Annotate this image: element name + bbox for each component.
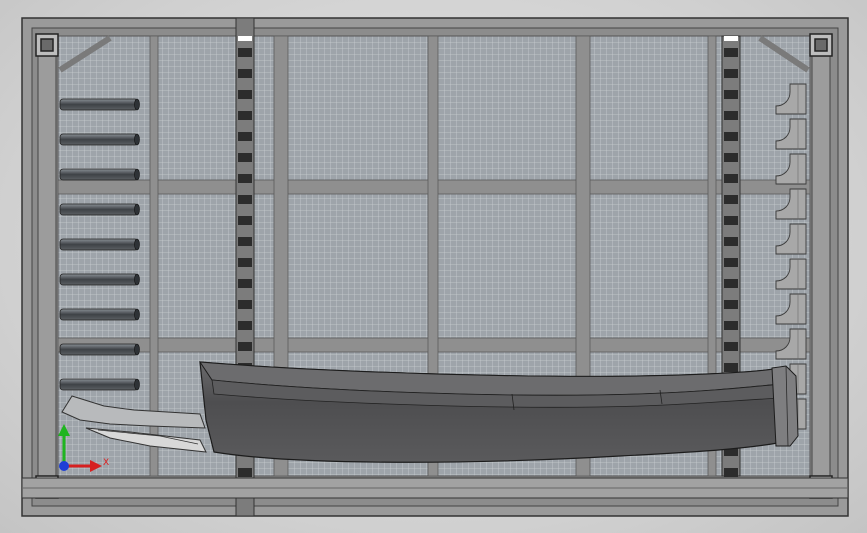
roller-tube	[59, 343, 140, 356]
rail-block	[724, 258, 738, 267]
rail-block	[724, 321, 738, 330]
rail-block	[238, 216, 252, 225]
rail-block	[238, 90, 252, 99]
rail-block	[724, 279, 738, 288]
x-axis-label: X	[103, 458, 110, 468]
rail-block	[238, 69, 252, 78]
rail-block	[238, 342, 252, 351]
rail-block	[724, 174, 738, 183]
rail-block	[724, 111, 738, 120]
rail-block	[724, 468, 738, 477]
rail-block	[238, 195, 252, 204]
roller-tube	[59, 203, 140, 216]
rail-block	[238, 468, 252, 477]
rail-block	[238, 111, 252, 120]
rail-block	[724, 90, 738, 99]
roller-tube	[59, 238, 140, 251]
rail-block	[724, 237, 738, 246]
rail-block	[238, 132, 252, 141]
rail-block	[724, 300, 738, 309]
cad-model-view	[21, 17, 849, 517]
rail-block	[238, 153, 252, 162]
rail-block	[724, 216, 738, 225]
rail-block	[238, 237, 252, 246]
right-post	[811, 35, 831, 481]
roller-tube	[59, 133, 140, 146]
rail-block	[238, 174, 252, 183]
rail-block	[724, 195, 738, 204]
roller-tube	[59, 378, 140, 391]
rail-block	[724, 342, 738, 351]
roller-tubes	[59, 98, 140, 391]
rail-block	[724, 69, 738, 78]
rail-block	[724, 363, 738, 372]
roller-tube	[59, 273, 140, 286]
rail-block	[238, 48, 252, 57]
rail-block	[724, 48, 738, 57]
cad-viewport[interactable]: X	[0, 0, 867, 533]
roller-tube	[59, 308, 140, 321]
rail-block	[238, 279, 252, 288]
rail-block	[238, 258, 252, 267]
roller-tube	[59, 168, 140, 181]
left-post	[37, 35, 57, 481]
rail-block	[238, 321, 252, 330]
rail-block	[238, 300, 252, 309]
rail-block	[724, 132, 738, 141]
rail-block	[724, 153, 738, 162]
bottom-beam	[21, 477, 849, 499]
roller-tube	[59, 98, 140, 111]
